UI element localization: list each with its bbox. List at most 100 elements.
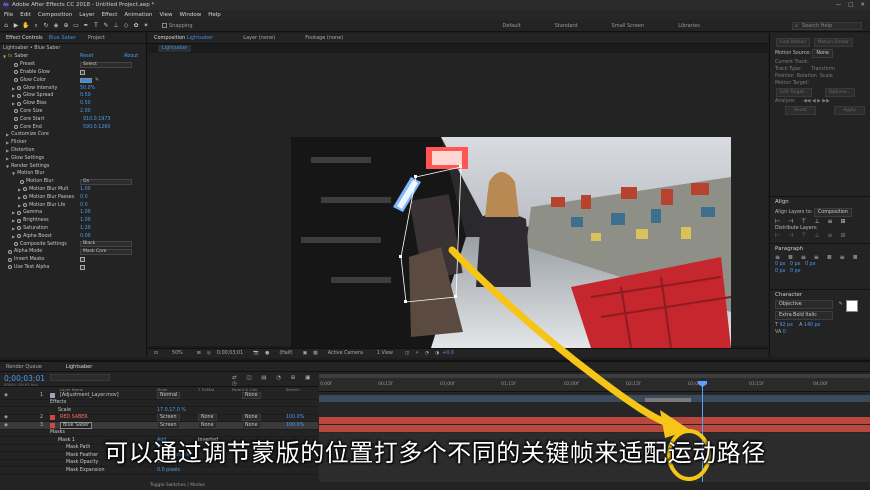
menu-layer[interactable]: Layer — [79, 12, 94, 18]
mask-tool-icon[interactable]: ▭ — [72, 22, 80, 30]
effect-header[interactable]: ▼ fx Saber Reset About — [0, 53, 146, 61]
expand-toggle-icon[interactable]: ▶ — [18, 195, 21, 200]
expand-toggle-icon[interactable]: ▶ — [6, 148, 9, 153]
effect-property-row[interactable]: ▶ Motion Blur Mult 1.00 — [0, 186, 146, 194]
exposure-icon[interactable]: ◑ — [435, 351, 439, 356]
effect-property-row[interactable]: ▶ Glow Settings — [0, 154, 146, 162]
layer-row[interactable]: ◉ 1 [Adjustment_Layer.mov] Normal None — [0, 391, 318, 400]
property-value[interactable]: 0.00 — [80, 234, 91, 239]
layer-label-color[interactable] — [50, 415, 55, 421]
3d-renderer-icon[interactable]: ◔ — [425, 351, 429, 356]
grid-icon[interactable]: ⊞ — [197, 351, 201, 356]
time-ruler[interactable]: 0;00f 00;15f 01;00f 01;15f 02;00f 02;15f… — [319, 374, 870, 392]
stopwatch-icon[interactable] — [14, 62, 18, 67]
camera-select[interactable]: Active Camera — [328, 351, 363, 356]
stopwatch-icon[interactable] — [23, 203, 28, 208]
tab-effect-layer[interactable]: Blue Saber — [49, 35, 82, 41]
effect-property-row[interactable]: Core Start 910.0,1973 — [0, 115, 146, 123]
eyedropper-icon[interactable]: ✎ — [839, 301, 843, 307]
maximize-button[interactable]: □ — [848, 2, 853, 8]
toggle-pixel-icon[interactable]: ◫ — [405, 351, 410, 356]
font-style-select[interactable]: Extra Bold Italic — [775, 311, 833, 320]
tab-lightsaber-timeline[interactable]: Lightsaber — [60, 364, 98, 370]
layer-parent[interactable]: None — [242, 414, 261, 422]
layer-name[interactable]: Blue Saber — [60, 421, 93, 429]
layer-name[interactable]: Scale — [58, 408, 71, 413]
layer-parent[interactable]: None — [242, 391, 261, 399]
search-help-input[interactable]: ⌕ Search Help — [792, 22, 862, 30]
menu-help[interactable]: Help — [208, 12, 221, 18]
font-size-row[interactable]: T 92 px A 140 px — [770, 322, 870, 329]
layer-mode[interactable]: 0.0 pixels — [157, 468, 180, 473]
tab-project[interactable]: Project — [82, 35, 111, 41]
tab-render-queue[interactable]: Render Queue — [0, 364, 48, 370]
home-icon[interactable]: ⌂ — [2, 22, 10, 30]
layer-stretch[interactable]: 100.0% — [286, 423, 304, 428]
expand-toggle-icon[interactable]: ▶ — [12, 234, 15, 239]
clone-tool-icon[interactable]: ⊥ — [112, 22, 120, 30]
rotation-checkbox[interactable]: Rotation — [797, 74, 817, 79]
paragraph-spacing[interactable]: 0 px 0 px — [770, 268, 870, 275]
visibility-eye-icon[interactable]: ◉ — [4, 393, 8, 398]
fast-preview-icon[interactable]: ⚡ — [415, 351, 418, 356]
resolution-select[interactable]: (Half) — [279, 351, 292, 356]
mask-visibility-icon[interactable]: ◎ — [207, 351, 211, 356]
effect-property-row[interactable]: ▶ Glow Bias 0.50 — [0, 100, 146, 108]
stopwatch-icon[interactable] — [20, 179, 24, 184]
snapshot-icon[interactable]: 📷 — [253, 351, 259, 356]
property-dropdown[interactable]: On — [80, 178, 132, 185]
effect-property-row[interactable]: ▶ Customize Core — [0, 131, 146, 139]
property-row[interactable]: Effects — [0, 400, 318, 407]
video-frame[interactable] — [291, 137, 731, 348]
menu-composition[interactable]: Composition — [38, 12, 72, 18]
work-area-marker[interactable] — [645, 398, 691, 402]
property-value[interactable]: 1.00 — [80, 218, 91, 223]
timeline-search-input[interactable] — [50, 374, 110, 381]
effect-property-row[interactable]: ▶ Glow Spread 0.50 — [0, 92, 146, 100]
effect-property-row[interactable]: ▼ Motion Blur — [0, 170, 146, 178]
effect-property-row[interactable]: ▶ Gamma 1.00 — [0, 209, 146, 217]
apply-button[interactable]: Apply — [834, 106, 865, 115]
tracking-row[interactable]: VA 0 — [770, 329, 870, 336]
current-time[interactable]: 0;00;03;01 — [217, 351, 243, 356]
effect-property-row[interactable]: ▶ Saturation 1.20 — [0, 225, 146, 233]
toggle-switches-modes-button[interactable]: Toggle Switches / Modes — [150, 483, 205, 488]
menu-edit[interactable]: Edit — [20, 12, 31, 18]
tab-effect-controls[interactable]: Effect Controls — [0, 35, 49, 41]
expand-toggle-icon[interactable]: ▶ — [18, 203, 21, 208]
expand-toggle-icon[interactable]: ▼ — [12, 171, 15, 176]
channel-icon[interactable]: ● — [265, 351, 269, 356]
hand-tool-icon[interactable]: ✋ — [22, 22, 30, 30]
property-value[interactable]: 1.00 — [80, 187, 91, 192]
brush-tool-icon[interactable]: ✎ — [102, 22, 110, 30]
layer-trkmat[interactable]: None — [198, 421, 217, 429]
layer-bar-adjustment[interactable] — [319, 395, 870, 402]
layer-name[interactable]: [Adjustment_Layer.mov] — [60, 393, 119, 398]
effect-property-row[interactable]: Motion Blur On — [0, 178, 146, 186]
effect-property-row[interactable]: ▶ Flicker — [0, 139, 146, 147]
stopwatch-icon[interactable] — [14, 125, 18, 130]
effect-property-row[interactable]: ▶ Glow Intensity 50.0% — [0, 84, 146, 92]
paragraph-align-buttons[interactable]: ≡ ≣ ≡ ≡ ≣ ≡ ≣ — [770, 254, 870, 261]
menu-effect[interactable]: Effect — [102, 12, 118, 18]
expand-toggle-icon[interactable]: ▼ — [6, 164, 9, 169]
distribute-buttons[interactable]: ⊢ ⊣ ⊤ ⊥ ≡ ⊞ — [770, 232, 870, 239]
type-tool-icon[interactable]: T — [92, 22, 100, 30]
expand-toggle-icon[interactable]: ▶ — [12, 93, 15, 98]
tab-composition[interactable]: Composition Lightsaber — [148, 35, 219, 41]
workspace-libraries[interactable]: Libraries — [678, 23, 700, 29]
layer-bar-blue-saber[interactable] — [319, 425, 870, 432]
property-value[interactable]: 910.0,1973 — [83, 117, 110, 122]
property-value[interactable]: 0.0 — [80, 195, 88, 200]
expand-toggle-icon[interactable]: ▶ — [12, 86, 15, 91]
puppet-tool-icon[interactable]: ✶ — [142, 22, 150, 30]
eraser-tool-icon[interactable]: ◇ — [122, 22, 130, 30]
rotate-tool-icon[interactable]: ↻ — [42, 22, 50, 30]
glow-color-swatch[interactable] — [80, 77, 92, 83]
effect-property-row[interactable]: Use Text Alpha — [0, 264, 146, 272]
effect-property-row[interactable]: Alpha Mode Mask Core — [0, 248, 146, 256]
magnification-select[interactable]: 50% — [172, 351, 183, 356]
property-dropdown[interactable]: Select — [80, 61, 132, 68]
layer-name[interactable]: Mask Expansion — [66, 468, 105, 473]
stopwatch-icon[interactable] — [14, 78, 18, 83]
